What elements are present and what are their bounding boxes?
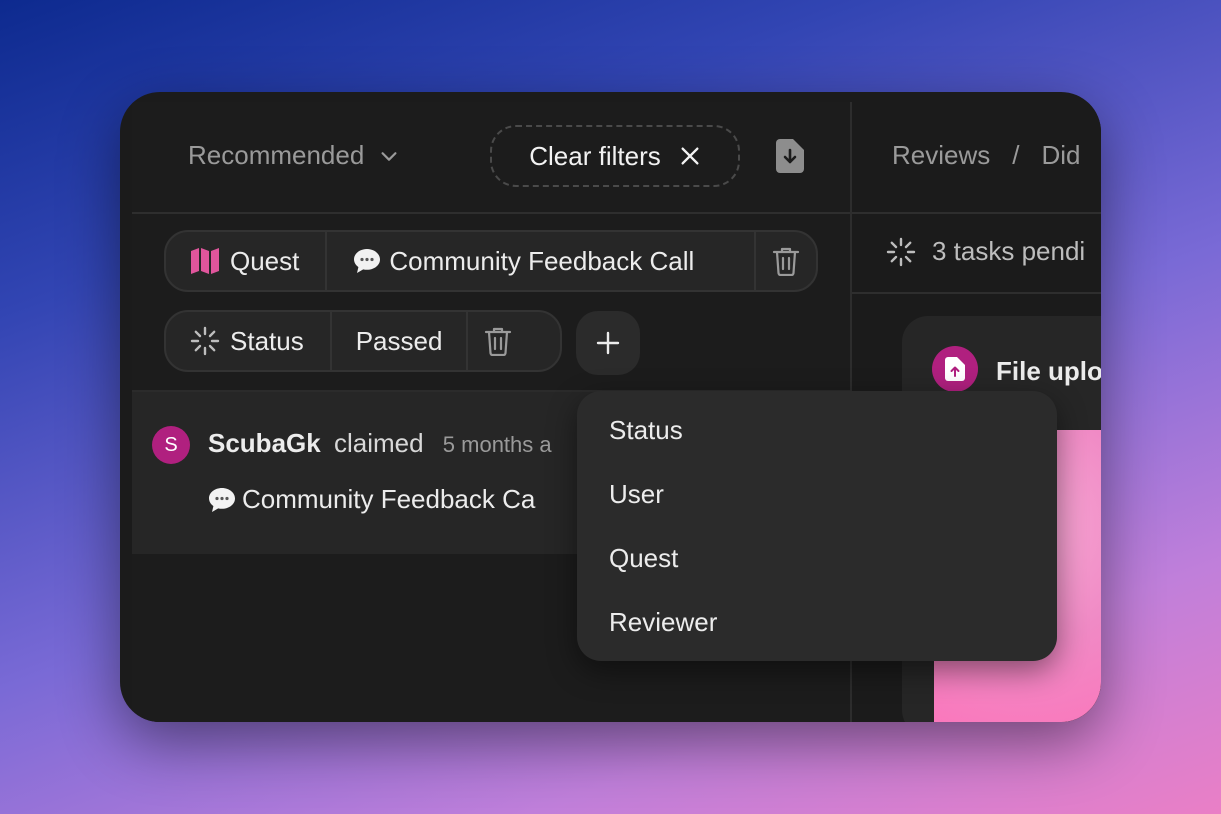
menu-item-status[interactable]: Status — [609, 415, 683, 446]
submission-card-title: File uplo — [996, 356, 1101, 386]
quest-filter-chip[interactable]: Quest Community Feedback Call — [164, 230, 818, 292]
loader-icon — [886, 237, 916, 266]
quest-filter-field-label: Quest — [230, 245, 300, 276]
quest-filter-delete-button[interactable] — [756, 232, 816, 290]
breadcrumb-current[interactable]: Did — [1041, 140, 1080, 170]
quest-filter-value[interactable]: Community Feedback Call — [327, 232, 756, 290]
activity-summary: ScubaGk claimed 5 months a — [208, 428, 552, 459]
divider — [852, 292, 1101, 294]
activity-timestamp: 5 months a — [442, 432, 552, 457]
filter-toolbar: Recommended Clear filters — [132, 102, 850, 214]
trash-icon — [772, 247, 800, 276]
pending-status-label: 3 tasks pendi — [932, 236, 1086, 266]
export-button[interactable] — [776, 139, 804, 178]
speech-bubble-icon — [354, 249, 381, 273]
speech-bubble-icon — [209, 487, 235, 512]
sort-dropdown[interactable]: Recommended — [188, 140, 400, 171]
trash-icon — [485, 327, 512, 356]
file-download-icon — [776, 139, 804, 173]
breadcrumb-reviews[interactable]: Reviews — [892, 140, 990, 170]
breadcrumb-separator: / — [1012, 140, 1020, 170]
clear-filters-button[interactable]: Clear filters — [490, 125, 740, 187]
avatar[interactable]: S — [152, 426, 190, 464]
add-filter-menu: Status User Quest Reviewer — [577, 391, 1057, 661]
divider — [852, 212, 1101, 214]
close-icon — [681, 147, 699, 165]
add-filter-button[interactable] — [576, 311, 640, 375]
plus-icon — [596, 331, 620, 355]
status-filter-field-label: Status — [230, 325, 304, 356]
menu-item-reviewer[interactable]: Reviewer — [609, 607, 717, 638]
breadcrumb: Reviews / Did — [892, 140, 1081, 171]
status-filter-delete-button[interactable] — [468, 312, 528, 370]
quest-filter-field[interactable]: Quest — [166, 232, 328, 290]
activity-user[interactable]: ScubaGk — [208, 428, 321, 458]
chevron-down-icon — [381, 151, 397, 161]
app-window: Recommended Clear filters Quest Communit… — [120, 92, 1101, 722]
file-upload-icon — [932, 346, 978, 392]
loader-icon — [190, 326, 220, 356]
clear-filters-label: Clear filters — [529, 140, 661, 171]
quest-filter-value-label: Community Feedback Call — [389, 245, 695, 276]
status-filter-value-label: Passed — [355, 325, 443, 356]
activity-quest[interactable]: Community Feedback Ca — [208, 484, 535, 515]
sort-label: Recommended — [188, 140, 365, 170]
menu-item-quest[interactable]: Quest — [609, 543, 678, 574]
activity-verb: claimed — [333, 428, 424, 458]
status-filter-value[interactable]: Passed — [332, 312, 469, 370]
menu-item-user[interactable]: User — [609, 479, 664, 510]
map-icon — [191, 248, 219, 274]
status-filter-chip[interactable]: Status Passed — [164, 310, 562, 372]
activity-quest-label: Community Feedback Ca — [242, 484, 536, 514]
pending-status: 3 tasks pendi — [886, 236, 1085, 267]
status-filter-field[interactable]: Status — [166, 312, 332, 370]
